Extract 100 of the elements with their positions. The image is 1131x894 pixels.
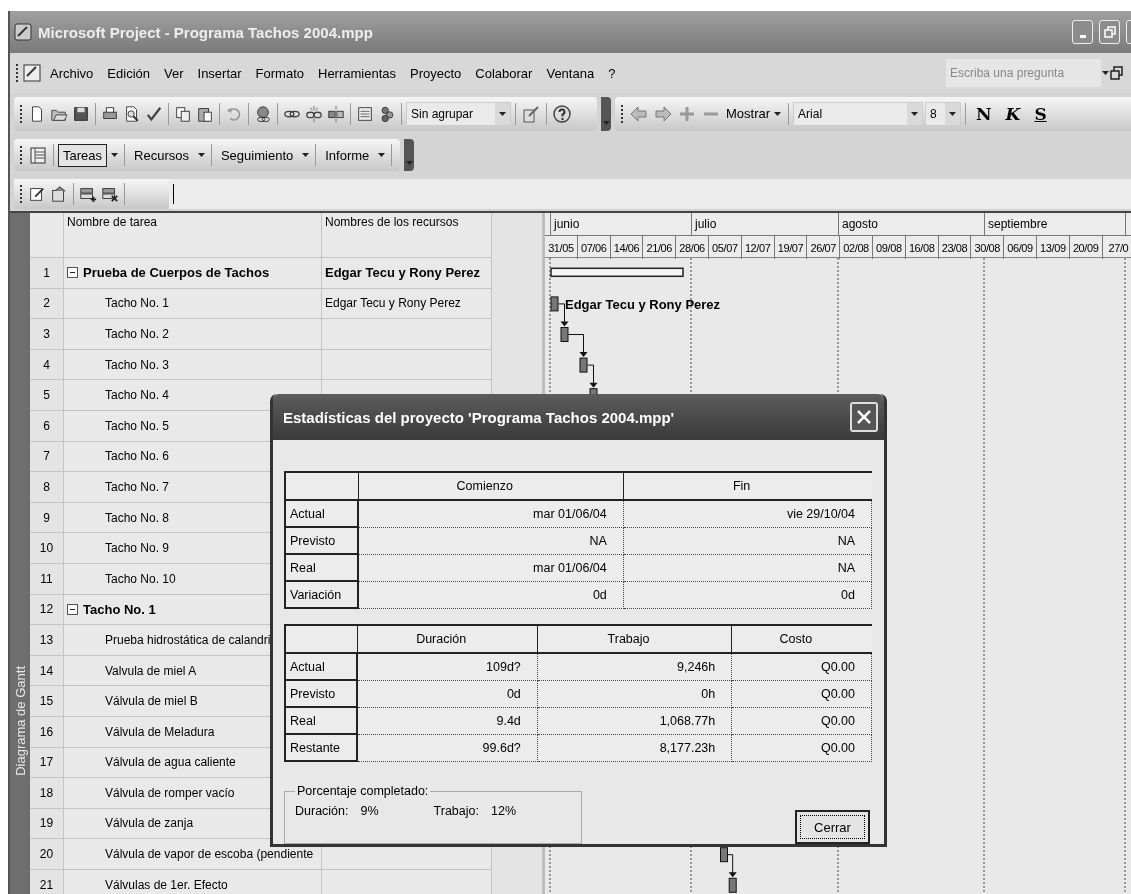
week-label: 28/06: [676, 236, 709, 259]
menu-item[interactable]: Colaborar: [468, 65, 540, 81]
row-number: 3: [30, 319, 64, 349]
dependency-arrow: [568, 334, 588, 358]
caret-icon[interactable]: [301, 151, 311, 159]
week-label: 16/08: [905, 236, 939, 259]
close-button[interactable]: [850, 402, 878, 432]
menu-item[interactable]: Ventana: [539, 65, 602, 81]
week-label: 21/06: [643, 236, 677, 259]
table-cell: 9,246h: [537, 653, 732, 680]
entry-field[interactable]: [169, 178, 1131, 209]
caret-icon[interactable]: [773, 109, 783, 118]
week-label: 02/08: [840, 236, 873, 259]
week-label: 06/09: [1004, 236, 1037, 259]
menu-item[interactable]: Proyecto: [403, 65, 469, 81]
group-by-dropdown[interactable]: Sin agrupar: [406, 101, 511, 126]
task-name: Tacho No. 7: [105, 479, 170, 494]
italic-button[interactable]: K: [999, 103, 1027, 124]
restore-document-icon[interactable]: [1110, 66, 1124, 80]
task-name: Tacho No. 10: [105, 571, 176, 586]
column-header: Trabajo: [537, 625, 732, 653]
guide-tab[interactable]: Tareas: [58, 143, 108, 167]
task-bar[interactable]: [579, 357, 588, 373]
save-icon[interactable]: [72, 104, 90, 123]
font-size-dropdown[interactable]: 8: [925, 101, 962, 126]
people-icon[interactable]: [378, 104, 396, 123]
help-icon[interactable]: [552, 103, 572, 124]
group-label: Porcentaje completado:: [296, 784, 430, 798]
window-title: Microsoft Project - Programa Tachos 2004.mpp: [38, 23, 374, 41]
menu-item[interactable]: Insertar: [190, 65, 249, 81]
menu-item[interactable]: Ver: [157, 65, 191, 81]
table-cell: NA: [358, 527, 624, 554]
row-label: Previsto: [285, 527, 359, 554]
toolbar-grip[interactable]: [16, 64, 21, 82]
help-search-field[interactable]: Escriba una pregunta: [946, 59, 1101, 87]
copy-icon[interactable]: [174, 104, 192, 123]
globe-link-icon[interactable]: [254, 104, 272, 123]
menu-item[interactable]: Herramientas: [311, 65, 404, 81]
menu-item[interactable]: Edición: [100, 65, 157, 81]
bold-button[interactable]: N: [970, 103, 998, 124]
split-task-icon[interactable]: [327, 104, 345, 123]
caret-icon[interactable]: [377, 151, 387, 159]
checkmark-icon[interactable]: [145, 104, 163, 123]
document-icon[interactable]: [21, 62, 43, 84]
font-dropdown[interactable]: Arial: [793, 101, 924, 126]
guide-tab[interactable]: Seguimiento: [215, 143, 299, 167]
caret-icon[interactable]: [1101, 69, 1110, 77]
restore-button[interactable]: [1099, 20, 1120, 44]
toolbar-grip[interactable]: [621, 104, 626, 123]
table-cell: NA: [623, 527, 872, 554]
list-view-icon[interactable]: [28, 145, 48, 165]
minimize-button[interactable]: [1072, 20, 1093, 44]
task-name: Tacho No. 1: [83, 601, 156, 617]
underline-button[interactable]: S: [1028, 103, 1053, 124]
collapse-icon[interactable]: [67, 267, 78, 279]
caret-icon[interactable]: [948, 109, 958, 118]
menu-item[interactable]: ?: [601, 65, 623, 81]
show-button[interactable]: Mostrar: [724, 104, 785, 123]
filter-wand-icon[interactable]: [521, 103, 541, 124]
summary-bar[interactable]: [550, 267, 684, 278]
table-cell: 8,177.23h: [537, 734, 732, 761]
close-dialog-button[interactable]: Cerrar: [795, 810, 870, 844]
view-bar[interactable]: Diagrama de Gantt: [10, 213, 30, 894]
collapse-icon[interactable]: [67, 603, 78, 615]
table-cell: mar 01/06/04: [358, 500, 624, 527]
menu-item[interactable]: Archivo: [43, 65, 101, 81]
toolbar-grip[interactable]: [20, 184, 25, 203]
task-name: Prueba hidrostática de calandri: [105, 632, 271, 647]
print-preview-icon[interactable]: [123, 104, 141, 123]
toolbar-options-icon[interactable]: [404, 139, 415, 171]
caret-icon[interactable]: [110, 151, 120, 159]
guide-tab[interactable]: Recursos: [129, 143, 194, 167]
week-label: 26/07: [807, 236, 841, 259]
task-bar[interactable]: [720, 847, 728, 863]
row-number: 1: [30, 258, 64, 288]
guide-tab[interactable]: Informe: [320, 143, 375, 167]
task-info-icon[interactable]: [356, 104, 374, 123]
week-label: 07/06: [577, 236, 611, 259]
caret-icon[interactable]: [498, 109, 507, 118]
toolbar-grip[interactable]: [20, 104, 25, 123]
task-bar[interactable]: [728, 877, 737, 893]
row-number: 11: [30, 563, 64, 594]
table-cell: mar 01/06/04: [358, 554, 624, 581]
page-stack-icon[interactable]: [50, 184, 68, 203]
toolbar-options-icon[interactable]: [601, 96, 611, 131]
month-label: junio: [550, 213, 691, 235]
caret-icon[interactable]: [196, 151, 206, 159]
caret-icon[interactable]: [910, 109, 920, 118]
task-name: Válvulas de 1er. Efecto: [105, 877, 228, 892]
task-bar[interactable]: [560, 327, 569, 342]
task-name: Válvula de miel B: [105, 694, 198, 709]
task-bar[interactable]: [550, 296, 559, 312]
row-number: 17: [30, 747, 64, 778]
menu-item[interactable]: Formato: [248, 65, 311, 81]
dependency-arrow: [727, 854, 737, 878]
broken-link-icon[interactable]: [305, 104, 323, 123]
column-header[interactable]: Nombre de tarea: [64, 213, 322, 257]
toolbar-grip[interactable]: [20, 146, 25, 164]
row-number: 20: [30, 839, 64, 869]
task-name: Válvula de zanja: [105, 816, 194, 831]
